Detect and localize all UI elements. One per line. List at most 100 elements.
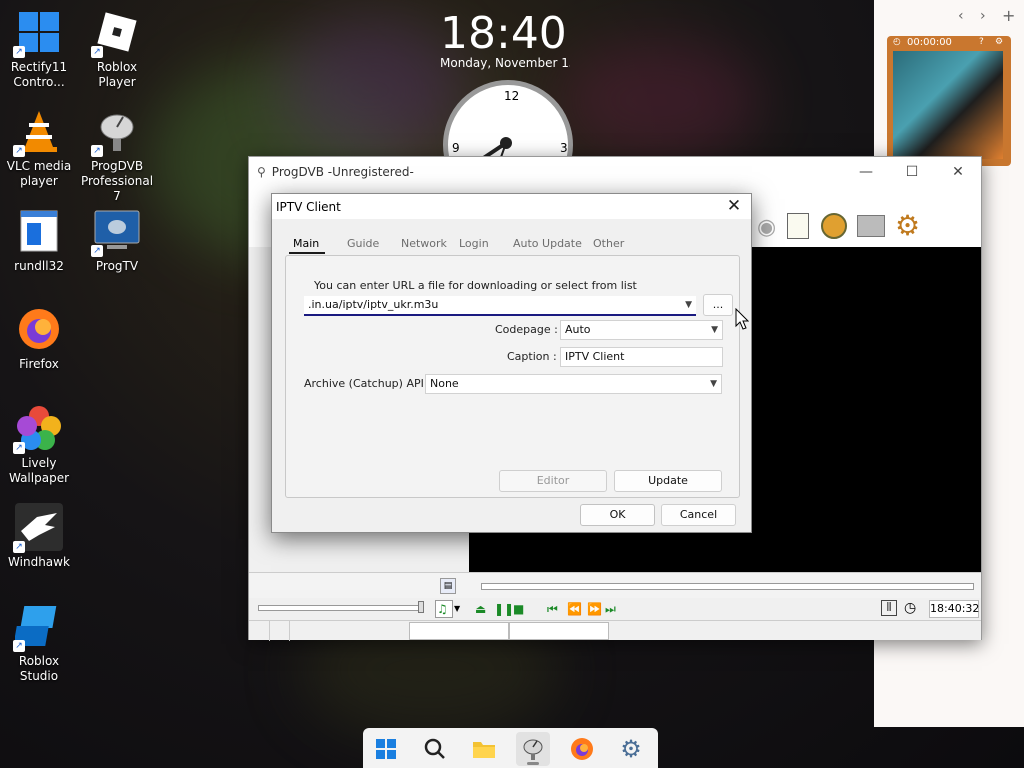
- chevron-down-icon[interactable]: ▼: [685, 296, 692, 314]
- ok-button[interactable]: OK: [580, 504, 655, 526]
- archive-api-combobox[interactable]: None ▼: [425, 374, 722, 394]
- tab-auto-update[interactable]: Auto Update: [513, 237, 582, 250]
- chevron-right-icon[interactable]: ›: [980, 8, 986, 24]
- puzzle-board[interactable]: [893, 51, 1003, 159]
- desktop-icon-roblox-studio[interactable]: ↗ Roblox Studio: [1, 602, 77, 684]
- satellite-dish-icon: [523, 739, 543, 760]
- iptv-client-dialog: IPTV Client ✕ Main Guide Network Login A…: [271, 193, 752, 533]
- settings-icon[interactable]: ⚙: [995, 37, 1003, 47]
- tab-guide[interactable]: Guide: [347, 237, 379, 250]
- tab-main[interactable]: Main: [288, 237, 326, 254]
- tab-login[interactable]: Login: [459, 237, 489, 250]
- chevron-down-icon[interactable]: ▼: [710, 375, 717, 393]
- cancel-button[interactable]: Cancel: [661, 504, 736, 526]
- status-cell: [409, 622, 509, 640]
- search-icon: [424, 738, 445, 759]
- dialog-titlebar: IPTV Client ✕: [272, 194, 751, 219]
- taskbar-firefox[interactable]: [565, 732, 599, 766]
- chevron-left-icon[interactable]: ‹: [958, 8, 964, 24]
- equalizer-icon[interactable]: ⫼: [881, 600, 897, 616]
- wallpaper-blob: [280, 20, 460, 160]
- desktop-icon-roblox-player[interactable]: ↗ Roblox Player: [79, 8, 155, 90]
- desktop-icon-label: Roblox Studio: [18, 654, 60, 683]
- volume-slider[interactable]: [258, 605, 424, 611]
- taskbar-settings[interactable]: ⚙: [614, 732, 648, 766]
- desktop-icon-progdvb[interactable]: ↗ ProgDVB Professional 7: [79, 107, 155, 204]
- skip-back-icon[interactable]: ⏮: [547, 602, 558, 616]
- firefox-icon: [571, 738, 593, 760]
- tab-other[interactable]: Other: [593, 237, 624, 250]
- roblox-icon: ↗: [91, 8, 141, 58]
- dialog-close-button[interactable]: ✕: [723, 195, 745, 217]
- stop-icon[interactable]: ■: [513, 602, 524, 616]
- eagle-icon: ↗: [13, 503, 63, 553]
- tab-network[interactable]: Network: [401, 237, 447, 250]
- timer-icon[interactable]: ◷: [904, 600, 916, 616]
- chevron-down-icon[interactable]: ▼: [454, 604, 460, 613]
- status-bar: [249, 620, 981, 641]
- codepage-label: Codepage :: [495, 323, 558, 336]
- start-button[interactable]: [369, 732, 403, 766]
- gear-icon[interactable]: ⚙: [895, 209, 920, 242]
- desktop-icon-label: Windhawk: [8, 555, 70, 569]
- notes-icon[interactable]: [787, 213, 809, 239]
- minimize-button[interactable]: —: [843, 157, 889, 187]
- controls-bar: ♫ ▼ ⏏ ❚❚ ■ ⏮ ⏪ ⏩ ⏭ ⫼ ◷ 18:40:32: [249, 598, 981, 620]
- window-app-icon: [15, 207, 63, 255]
- fast-forward-icon[interactable]: ⏩: [587, 602, 602, 616]
- dialog-title: IPTV Client: [276, 199, 341, 214]
- status-cell: [509, 622, 609, 640]
- disc-icon[interactable]: ◉: [757, 215, 776, 240]
- list-icon[interactable]: ▤: [440, 578, 456, 594]
- desktop-icon-progtv[interactable]: ↗ ProgTV: [79, 207, 155, 274]
- mouse-cursor: [735, 308, 749, 330]
- url-value: .in.ua/iptv/iptv_ukr.m3u: [308, 298, 439, 311]
- add-icon[interactable]: +: [1002, 6, 1015, 25]
- progdvb-window-title: ProgDVB -Unregistered-: [271, 165, 414, 179]
- url-combobox[interactable]: .in.ua/iptv/iptv_ukr.m3u ▼: [304, 296, 696, 316]
- eject-icon[interactable]: ⏏: [475, 602, 486, 616]
- desktop-icon-lively[interactable]: ↗ Lively Wallpaper: [1, 404, 77, 486]
- gear-icon: ⚙: [620, 735, 642, 763]
- seek-bar[interactable]: [481, 583, 974, 590]
- skip-forward-icon[interactable]: ⏭: [605, 602, 616, 616]
- desktop-icon-label: ProgDVB Professional 7: [80, 159, 154, 203]
- volume-handle[interactable]: [418, 601, 424, 613]
- desktop-icon-rectify11[interactable]: ↗ Rectify11 Contro...: [1, 8, 77, 90]
- desktop-icon-firefox[interactable]: Firefox: [1, 305, 77, 372]
- windows-logo-icon: [376, 739, 396, 759]
- update-button[interactable]: Update: [614, 470, 722, 492]
- taskbar-file-explorer[interactable]: [467, 732, 501, 766]
- close-button[interactable]: ✕: [935, 157, 981, 187]
- desktop-icon-rundll32[interactable]: rundll32: [1, 207, 77, 274]
- wallpaper-blob: [560, 40, 760, 160]
- desktop-icon-label: Firefox: [19, 357, 59, 371]
- chevron-down-icon[interactable]: ▼: [711, 321, 718, 339]
- help-icon[interactable]: ?: [979, 37, 984, 47]
- puzzle-timer: 00:00:00: [907, 37, 952, 48]
- panel-icon[interactable]: [857, 215, 885, 237]
- rewind-icon[interactable]: ⏪: [567, 602, 582, 616]
- editor-button[interactable]: Editor: [499, 470, 607, 492]
- desktop-icon-label: ProgTV: [95, 259, 139, 273]
- music-note-icon: ♫: [437, 602, 448, 616]
- desktop-icon-windhawk[interactable]: ↗ Windhawk: [1, 503, 77, 570]
- caption-label: Caption :: [507, 350, 557, 363]
- clock-time: 18:40: [440, 8, 567, 59]
- roblox-studio-icon: ↗: [13, 602, 63, 652]
- desktop-icon-vlc[interactable]: ↗ VLC media player: [1, 107, 77, 189]
- codepage-combobox[interactable]: Auto ▼: [560, 320, 723, 340]
- folder-icon: [473, 742, 495, 758]
- clock-icon[interactable]: [821, 213, 847, 239]
- status-time: 18:40:32: [929, 600, 979, 618]
- browse-button[interactable]: ...: [703, 294, 733, 316]
- progress-strip: ▤: [249, 572, 981, 598]
- pause-icon[interactable]: ❚❚: [494, 602, 514, 616]
- satellite-dish-icon: ↗: [91, 107, 141, 157]
- search-button[interactable]: [418, 732, 452, 766]
- caption-value: IPTV Client: [565, 350, 625, 363]
- taskbar: ⚙: [363, 728, 658, 768]
- caption-input[interactable]: IPTV Client: [560, 347, 723, 367]
- maximize-button[interactable]: ☐: [889, 157, 935, 187]
- taskbar-progdvb[interactable]: [516, 732, 550, 766]
